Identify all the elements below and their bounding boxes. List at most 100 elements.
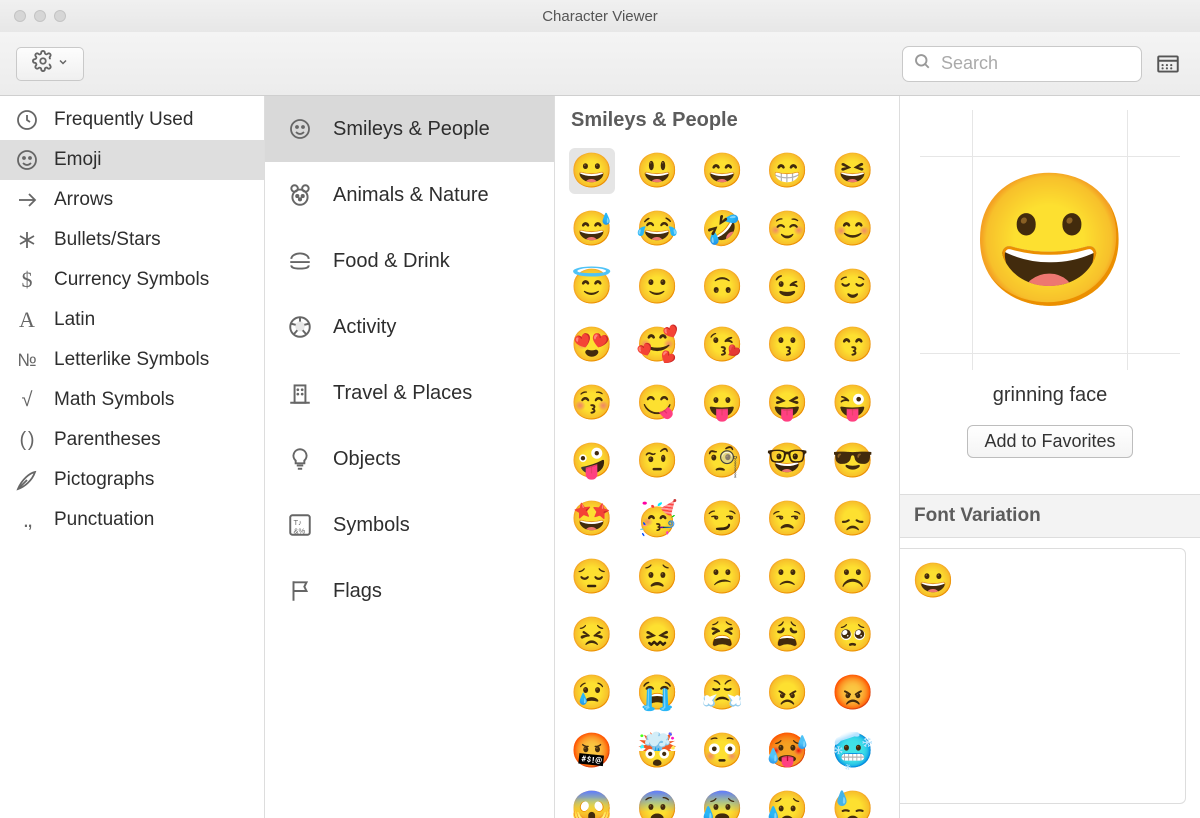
sidebar-item[interactable]: $Currency Symbols <box>0 260 264 300</box>
emoji-cell[interactable]: 🤣 <box>699 206 745 252</box>
add-to-favorites-button[interactable]: Add to Favorites <box>967 425 1132 458</box>
emoji-cell[interactable]: 😤 <box>699 670 745 716</box>
emoji-cell[interactable]: 🧐 <box>699 438 745 484</box>
sidebar-item-label: Letterlike Symbols <box>54 349 209 371</box>
emoji-cell[interactable]: 🙃 <box>699 264 745 310</box>
sidebar-item[interactable]: Arrows <box>0 180 264 220</box>
subcategory-item[interactable]: Food & Drink <box>265 228 554 294</box>
emoji-cell[interactable]: 😟 <box>634 554 680 600</box>
emoji-cell[interactable]: 🙂 <box>634 264 680 310</box>
emoji-cell[interactable]: 😁 <box>765 148 811 194</box>
emoji-cell[interactable]: 🥶 <box>830 728 876 774</box>
emoji-cell[interactable]: 😗 <box>765 322 811 368</box>
emoji-cell[interactable]: 😛 <box>699 380 745 426</box>
emoji-cell[interactable]: 🥰 <box>634 322 680 368</box>
sidebar-item[interactable]: ( )Parentheses <box>0 420 264 460</box>
sidebar-item-label: Punctuation <box>54 509 154 531</box>
sidebar-item[interactable]: .,Punctuation <box>0 500 264 540</box>
subcategory-item[interactable]: Flags <box>265 558 554 624</box>
subcategory-item[interactable]: Smileys & People <box>265 96 554 162</box>
emoji-cell[interactable]: 😚 <box>569 380 615 426</box>
emoji-cell[interactable]: 😣 <box>569 612 615 658</box>
emoji-cell[interactable]: 😥 <box>765 786 811 818</box>
sidebar-item[interactable]: №Letterlike Symbols <box>0 340 264 380</box>
emoji-cell[interactable]: 😋 <box>634 380 680 426</box>
emoji-cell[interactable]: 🤓 <box>765 438 811 484</box>
subcategory-item[interactable]: Objects <box>265 426 554 492</box>
emoji-cell[interactable]: 😰 <box>699 786 745 818</box>
emoji-cell[interactable]: 😍 <box>569 322 615 368</box>
emoji-cell[interactable]: 🥳 <box>634 496 680 542</box>
sidebar-item[interactable]: Bullets/Stars <box>0 220 264 260</box>
emoji-cell[interactable]: 😠 <box>765 670 811 716</box>
emoji-cell[interactable]: 🥵 <box>765 728 811 774</box>
emoji-cell[interactable]: 😨 <box>634 786 680 818</box>
emoji-cell[interactable]: 😅 <box>569 206 615 252</box>
subcategory-sidebar: Smileys & PeopleAnimals & NatureFood & D… <box>265 96 555 818</box>
close-window-button[interactable] <box>14 10 26 22</box>
emoji-cell[interactable]: 😖 <box>634 612 680 658</box>
emoji-cell[interactable]: 😡 <box>830 670 876 716</box>
sidebar-item-label: Pictographs <box>54 469 154 491</box>
search-input[interactable] <box>939 52 1131 75</box>
emoji-cell[interactable]: 😒 <box>765 496 811 542</box>
emoji-cell[interactable]: 😎 <box>830 438 876 484</box>
search-field[interactable] <box>902 46 1142 82</box>
emoji-cell[interactable]: 🤪 <box>569 438 615 484</box>
toggle-view-button[interactable] <box>1152 48 1184 80</box>
emoji-cell[interactable]: 😢 <box>569 670 615 716</box>
minimize-window-button[interactable] <box>34 10 46 22</box>
action-menu-button[interactable] <box>16 47 84 81</box>
emoji-cell[interactable]: 😩 <box>765 612 811 658</box>
sidebar-item[interactable]: ALatin <box>0 300 264 340</box>
subcategory-item[interactable]: Animals & Nature <box>265 162 554 228</box>
emoji-cell[interactable]: 😳 <box>699 728 745 774</box>
emoji-cell[interactable]: 😀 <box>569 148 615 194</box>
sidebar-item-label: Bullets/Stars <box>54 229 161 251</box>
emoji-cell[interactable]: 😭 <box>634 670 680 716</box>
sqrt-icon: √ <box>14 387 40 413</box>
emoji-cell[interactable]: 😝 <box>765 380 811 426</box>
emoji-cell[interactable]: 😌 <box>830 264 876 310</box>
lightbulb-icon <box>285 444 315 474</box>
emoji-cell[interactable]: 😂 <box>634 206 680 252</box>
emoji-cell[interactable]: 🤯 <box>634 728 680 774</box>
preview-glyph: 😀 <box>920 110 1180 370</box>
emoji-cell[interactable]: 😜 <box>830 380 876 426</box>
emoji-cell[interactable]: 😙 <box>830 322 876 368</box>
emoji-cell[interactable]: 🤨 <box>634 438 680 484</box>
emoji-cell[interactable]: 🤬 <box>569 728 615 774</box>
emoji-cell[interactable]: 😉 <box>765 264 811 310</box>
sidebar-item[interactable]: √Math Symbols <box>0 380 264 420</box>
emoji-cell[interactable]: 😞 <box>830 496 876 542</box>
emoji-cell[interactable]: 😏 <box>699 496 745 542</box>
emoji-cell[interactable]: 🙁 <box>765 554 811 600</box>
subcategory-item[interactable]: T♪&%Symbols <box>265 492 554 558</box>
font-variation-glyph[interactable]: 😀 <box>912 561 954 601</box>
emoji-section-header: Smileys & People <box>555 96 899 144</box>
emoji-cell[interactable]: 😇 <box>569 264 615 310</box>
emoji-cell[interactable]: 🥺 <box>830 612 876 658</box>
subcategory-item[interactable]: Activity <box>265 294 554 360</box>
emoji-cell[interactable]: 😊 <box>830 206 876 252</box>
emoji-cell[interactable]: ☺️ <box>765 206 811 252</box>
emoji-cell[interactable]: 😕 <box>699 554 745 600</box>
emoji-cell[interactable]: 😔 <box>569 554 615 600</box>
bear-icon <box>285 180 315 210</box>
character-name: grinning face <box>914 384 1186 407</box>
sidebar-item[interactable]: Emoji <box>0 140 264 180</box>
emoji-cell[interactable]: 😱 <box>569 786 615 818</box>
zoom-window-button[interactable] <box>54 10 66 22</box>
sidebar-item[interactable]: Frequently Used <box>0 100 264 140</box>
subcategory-label: Flags <box>333 580 382 603</box>
emoji-cell[interactable]: 😆 <box>830 148 876 194</box>
sidebar-item[interactable]: Pictographs <box>0 460 264 500</box>
emoji-cell[interactable]: 😄 <box>699 148 745 194</box>
emoji-cell[interactable]: 😓 <box>830 786 876 818</box>
emoji-cell[interactable]: 😃 <box>634 148 680 194</box>
subcategory-item[interactable]: Travel & Places <box>265 360 554 426</box>
emoji-cell[interactable]: 😘 <box>699 322 745 368</box>
emoji-cell[interactable]: ☹️ <box>830 554 876 600</box>
emoji-cell[interactable]: 🤩 <box>569 496 615 542</box>
emoji-cell[interactable]: 😫 <box>699 612 745 658</box>
